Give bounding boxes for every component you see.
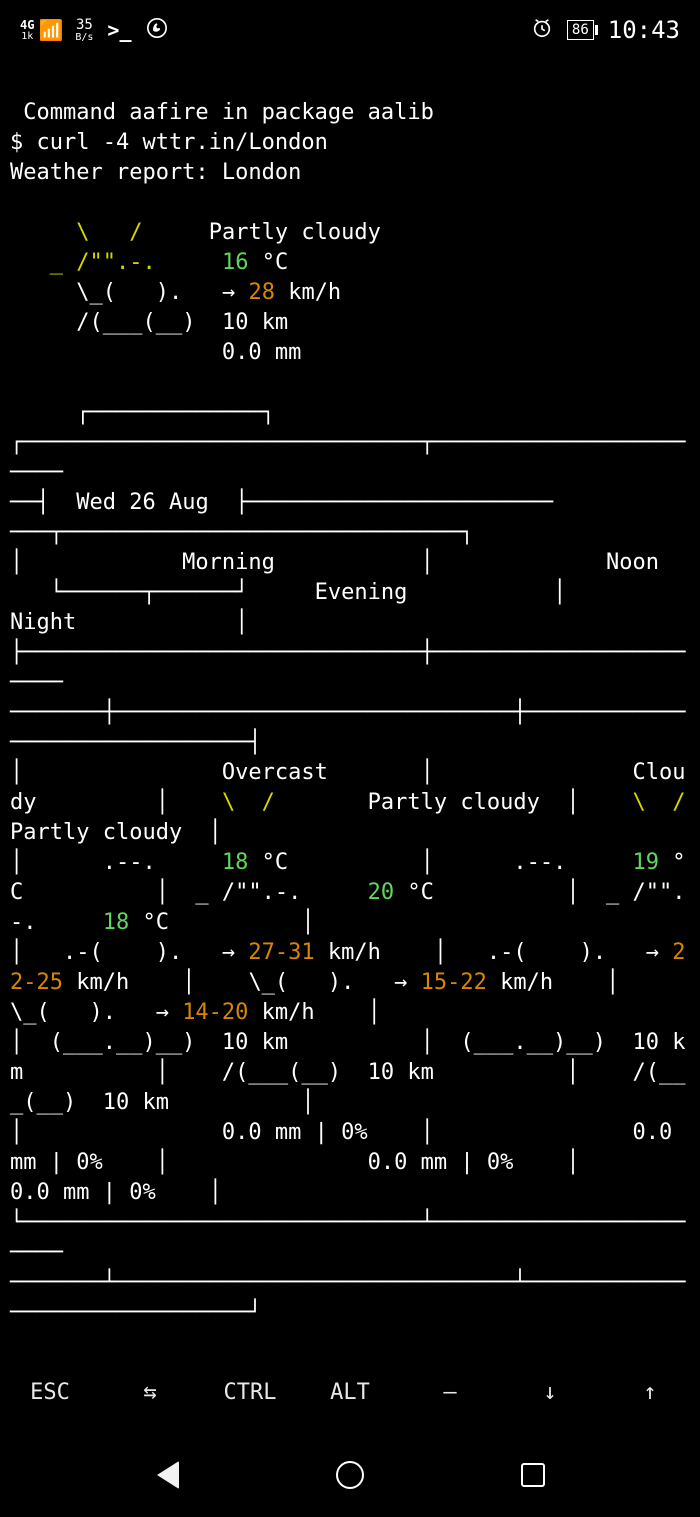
temp-unit: °C — [248, 250, 288, 275]
key-dash[interactable]: — — [400, 1380, 500, 1405]
net-sub: 1k — [21, 32, 33, 42]
whatsapp-icon — [146, 17, 168, 44]
d1-temp3: 20 — [368, 880, 395, 905]
key-down[interactable]: ↓ — [500, 1380, 600, 1405]
day1-date: Wed 26 Aug — [76, 490, 208, 515]
now-wind: 28 — [248, 280, 275, 305]
d1-temp1: 18 — [222, 850, 249, 875]
android-navbar — [0, 1432, 700, 1517]
d1-wind1: 27-31 — [248, 940, 314, 965]
termux-extra-keys: ESC ⇆ CTRL ALT — ↓ ↑ — [0, 1362, 700, 1422]
d1-vis1: 10 km — [222, 1030, 288, 1055]
android-statusbar: 4G 1k 📶 35 B/s >_ 86 10:43 — [0, 0, 700, 60]
d1-cond1: Overcast — [222, 760, 328, 785]
statusbar-left: 4G 1k 📶 35 B/s >_ — [20, 17, 168, 44]
now-visibility: 10 km — [222, 310, 288, 335]
wind-arrow: → — [222, 280, 249, 305]
box-rule: └──────────────────────────────┴────────… — [10, 1210, 686, 1325]
battery-indicator: 86 — [567, 20, 594, 40]
d1-cond4: Partly cloudy — [10, 820, 182, 845]
wind-unit: km/h — [275, 280, 341, 305]
square-icon — [521, 1463, 545, 1487]
shell-prompt: $ — [10, 130, 37, 155]
shell-command: curl -4 wttr.in/London — [37, 130, 328, 155]
ascii-sun: \ / — [10, 220, 142, 245]
d1-wind4: 14-20 — [182, 1000, 248, 1025]
day1-periods: │ Morning │ Noon — [10, 550, 700, 575]
d1-temp2: 19 — [633, 850, 660, 875]
circle-icon — [336, 1461, 364, 1489]
clock: 10:43 — [608, 16, 680, 44]
sun-icon: \ / — [633, 790, 686, 815]
key-alt[interactable]: ALT — [300, 1380, 400, 1405]
ascii-cloud: \_( ). — [10, 280, 182, 305]
data-speed: 35 B/s — [75, 17, 93, 43]
nav-recent-button[interactable] — [518, 1460, 548, 1490]
ascii-cloud: /(___(__) — [10, 310, 195, 335]
speed-value: 35 — [76, 17, 93, 33]
signal-icon: 📶 — [38, 18, 61, 42]
ascii-sun: _ /"".-. — [10, 250, 156, 275]
nav-back-button[interactable] — [153, 1460, 183, 1490]
triangle-icon — [157, 1461, 179, 1489]
sun-icon: \ / — [222, 790, 275, 815]
d1-vis3: 10 km — [368, 1060, 434, 1085]
nav-home-button[interactable] — [335, 1460, 365, 1490]
d1-vis4: 10 km — [103, 1090, 169, 1115]
now-precip: 0.0 mm — [222, 340, 301, 365]
key-esc[interactable]: ESC — [0, 1380, 100, 1405]
d1-cond3: Partly cloudy — [368, 790, 540, 815]
now-temp: 16 — [222, 250, 249, 275]
key-ctrl[interactable]: CTRL — [200, 1380, 300, 1405]
net-type: 4G — [20, 18, 34, 32]
box-rule: ├──────────────────────────────┼────────… — [10, 640, 686, 755]
box-rule: ┌─────────────┐ — [10, 400, 275, 425]
cmd-note: Command aafire in package aalib — [10, 100, 434, 125]
d1-temp4: 18 — [103, 910, 130, 935]
termux-icon: >_ — [107, 18, 131, 42]
now-condition: Partly cloudy — [209, 220, 381, 245]
d1-wind3: 15-22 — [421, 970, 487, 995]
key-up[interactable]: ↑ — [600, 1380, 700, 1405]
key-tab[interactable]: ⇆ — [100, 1380, 200, 1405]
speed-unit: B/s — [75, 33, 93, 43]
statusbar-right: 86 10:43 — [531, 16, 680, 44]
report-label: Weather report: — [10, 160, 222, 185]
report-city: London — [222, 160, 301, 185]
day1-periods: └──────┬──────┘ Evening │ Night │ — [10, 580, 700, 635]
network-indicator: 4G 1k 📶 — [20, 18, 61, 42]
d1-prec4: 0.0 mm — [10, 1180, 89, 1205]
terminal-output[interactable]: Command aafire in package aalib $ curl -… — [0, 60, 700, 1350]
battery-pct: 86 — [572, 22, 589, 38]
d1-prec3: 0.0 mm — [368, 1150, 447, 1175]
d1-prec1: 0.0 mm — [222, 1120, 301, 1145]
alarm-icon — [531, 17, 553, 44]
